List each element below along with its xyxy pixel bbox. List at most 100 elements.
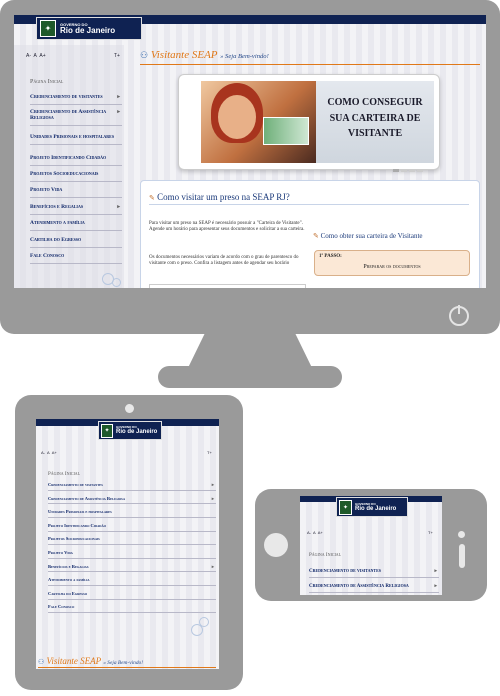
menu-item-label: Fale Conosco [30,253,65,259]
chevron-right-icon: ▸ [211,495,214,501]
menu-item[interactable]: Projetos Socioeducacionais [30,171,122,182]
phone-speaker [459,544,465,568]
phone-screen: ✦ GOVERNO DO Rio de Janeiro A- A A+ T+ P… [300,496,442,595]
site-logo[interactable]: ✦ GOVERNO DO Rio de Janeiro [36,17,142,40]
text-toggle-button[interactable]: T+ [114,53,120,59]
menu-item[interactable]: Credenciamento de visitantes ▸ [48,482,216,491]
page-title-text: Visitante SEAP [46,656,101,666]
people-icon: ⚇ [38,658,45,666]
menu-item[interactable]: Benefícios e Regalias ▸ [48,563,216,573]
text-toggle-button[interactable]: T+ [207,450,212,455]
menu-item[interactable]: Projeto Identificando Cidadão [30,155,122,166]
menu-item-label: Benefícios e Regalias [48,563,89,569]
menu-item[interactable]: Credenciamento de visitantes ▸ [30,94,122,105]
side-box-heading-text: Como obter sua carteira de Visitante [320,232,423,240]
font-decrease-button[interactable]: A- [41,450,45,455]
chevron-right-icon: ▸ [211,563,214,569]
step-value: Preparar os documentos [363,264,421,270]
menu-item[interactable]: Atendimento a família [30,220,122,231]
site-logo[interactable]: ✦ GOVERNO DO Rio de Janeiro [98,421,162,440]
chevron-right-icon: ▸ [117,94,120,100]
menu-item[interactable]: Credenciamento de Assistência Religiosa ▸ [48,495,216,505]
banner-text: COMO CONSEGUIR SUA CARTEIRA DE VISITANTE [327,97,423,139]
menu-item-label: Unidades Prisionais e hospitalares [48,509,112,515]
sidebar: A- A A+ T+ Página Inicial Credenciamento… [14,45,124,288]
menu-item[interactable]: Fale Conosco [48,605,216,614]
coat-of-arms-icon: ✦ [40,20,56,37]
title-underline [38,667,216,668]
banner-pagination[interactable] [393,159,433,172]
menu-item[interactable]: Projeto Vida [48,550,216,559]
menu-home[interactable]: Página Inicial [30,79,124,88]
title-underline [140,64,480,65]
menu-item-label: Unidades Prisionais e hospitalares [30,134,115,140]
menu-item-label: Projetos Socioeducacionais [48,536,100,542]
page-subtitle: » Seja Bem-vindo! [220,53,269,60]
content-heading: ✎ Como visitar um preso na SEAP RJ? [149,192,290,202]
intro-paragraph: Para visitar um preso na SEAP é necessár… [149,221,305,233]
menu-item[interactable]: Projeto Vida [30,187,122,198]
documents-paragraph: Os documentos necessários variam de acor… [149,255,299,267]
text-toggle-button[interactable]: T+ [428,530,433,535]
font-normal-button[interactable]: A [313,530,316,535]
menu-item[interactable]: Projetos Socioeducacionais [48,536,216,546]
menu-item-label: Projeto Identificando Cidadão [48,522,106,528]
chevron-right-icon: ▸ [434,584,437,589]
hero-banner[interactable]: COMO CONSEGUIR SUA CARTEIRA DE VISITANTE [178,74,440,172]
menu-home[interactable]: Página Inicial [48,472,219,479]
font-normal-button[interactable]: A [34,53,37,59]
menu-item[interactable]: Benefícios e Regalias ▸ [30,204,122,215]
font-increase-button[interactable]: A+ [318,530,323,535]
menu-item-label: Credenciamento de visitantes [309,569,381,574]
menu-item[interactable]: Atendimento a família [48,577,216,586]
menu-item[interactable]: Fale Conosco [30,253,122,264]
lower-box [149,284,306,288]
card-icon: ✎ [313,232,319,240]
step-label: 1º PASSO: [319,254,342,259]
menu-item[interactable]: Credenciamento de visitantes ▸ [309,569,439,579]
font-size-controls[interactable]: A- A A+ [41,450,57,455]
menu-item-label: Projeto Identificando Cidadão [30,155,107,161]
menu-item-label: Atendimento a família [48,577,90,583]
page-title-text: Visitante SEAP [150,49,218,61]
font-decrease-button[interactable]: A- [307,530,311,535]
visitor-icon: ✎ [149,194,155,202]
menu-item[interactable]: Projeto Identificando Cidadão [48,522,216,532]
logo-line2: Rio de Janeiro [355,505,397,512]
coat-of-arms-icon: ✦ [339,499,352,515]
step-one-box[interactable]: 1º PASSO: Preparar os documentos [314,250,470,276]
menu-item-label: Projeto Vida [48,550,73,555]
chevron-right-icon: ▸ [117,109,120,115]
menu-item[interactable]: Cartilha do Egresso [48,591,216,600]
content-box: ✎ Como visitar um preso na SEAP RJ? Para… [140,180,480,288]
menu-item-label: Credenciamento de visitantes [30,94,103,100]
menu-item[interactable]: Cartilha do Egresso [30,237,122,248]
visitor-card-image [263,117,309,145]
monitor-stand-base [158,366,342,388]
page-subtitle: » Seja Bem-vindo! [103,660,144,666]
phone-home-button [264,533,288,557]
menu-item[interactable]: Credenciamento de Assistência Religiosa ▸ [30,109,122,126]
tablet-camera [125,404,134,413]
menu-item-label: Credenciamento de Assistência Religiosa [309,584,409,589]
menu-item[interactable]: Unidades Prisionais e hospitalares [48,509,216,518]
menu-item[interactable]: Unidades Prisionais e hospitalares [30,134,122,145]
phone-camera [458,531,465,538]
chevron-right-icon: ▸ [117,204,120,210]
sidebar: Página Inicial Credenciamento de visitan… [36,463,219,623]
font-increase-button[interactable]: A+ [39,53,45,59]
menu-item[interactable]: Credenciamento de Assistência Religiosa ▸ [309,584,439,594]
font-decrease-button[interactable]: A- [26,53,31,59]
font-size-controls[interactable]: A- A A+ [26,53,46,59]
font-size-controls[interactable]: A- A A+ [307,530,323,535]
decorative-circle [112,278,121,287]
menu-home[interactable]: Página Inicial [309,553,442,560]
site-logo[interactable]: ✦ GOVERNO DO Rio de Janeiro [336,497,408,517]
people-icon: ⚇ [140,50,149,60]
tablet-screen: ✦ GOVERNO DO Rio de Janeiro A- A A+ T+ P… [36,419,219,669]
font-normal-button[interactable]: A [47,450,50,455]
content-heading-text: Como visitar um preso na SEAP RJ? [157,192,290,202]
power-icon [449,305,469,326]
font-increase-button[interactable]: A+ [52,450,57,455]
menu-item-label: Credenciamento de Assistência Religiosa [48,495,126,501]
